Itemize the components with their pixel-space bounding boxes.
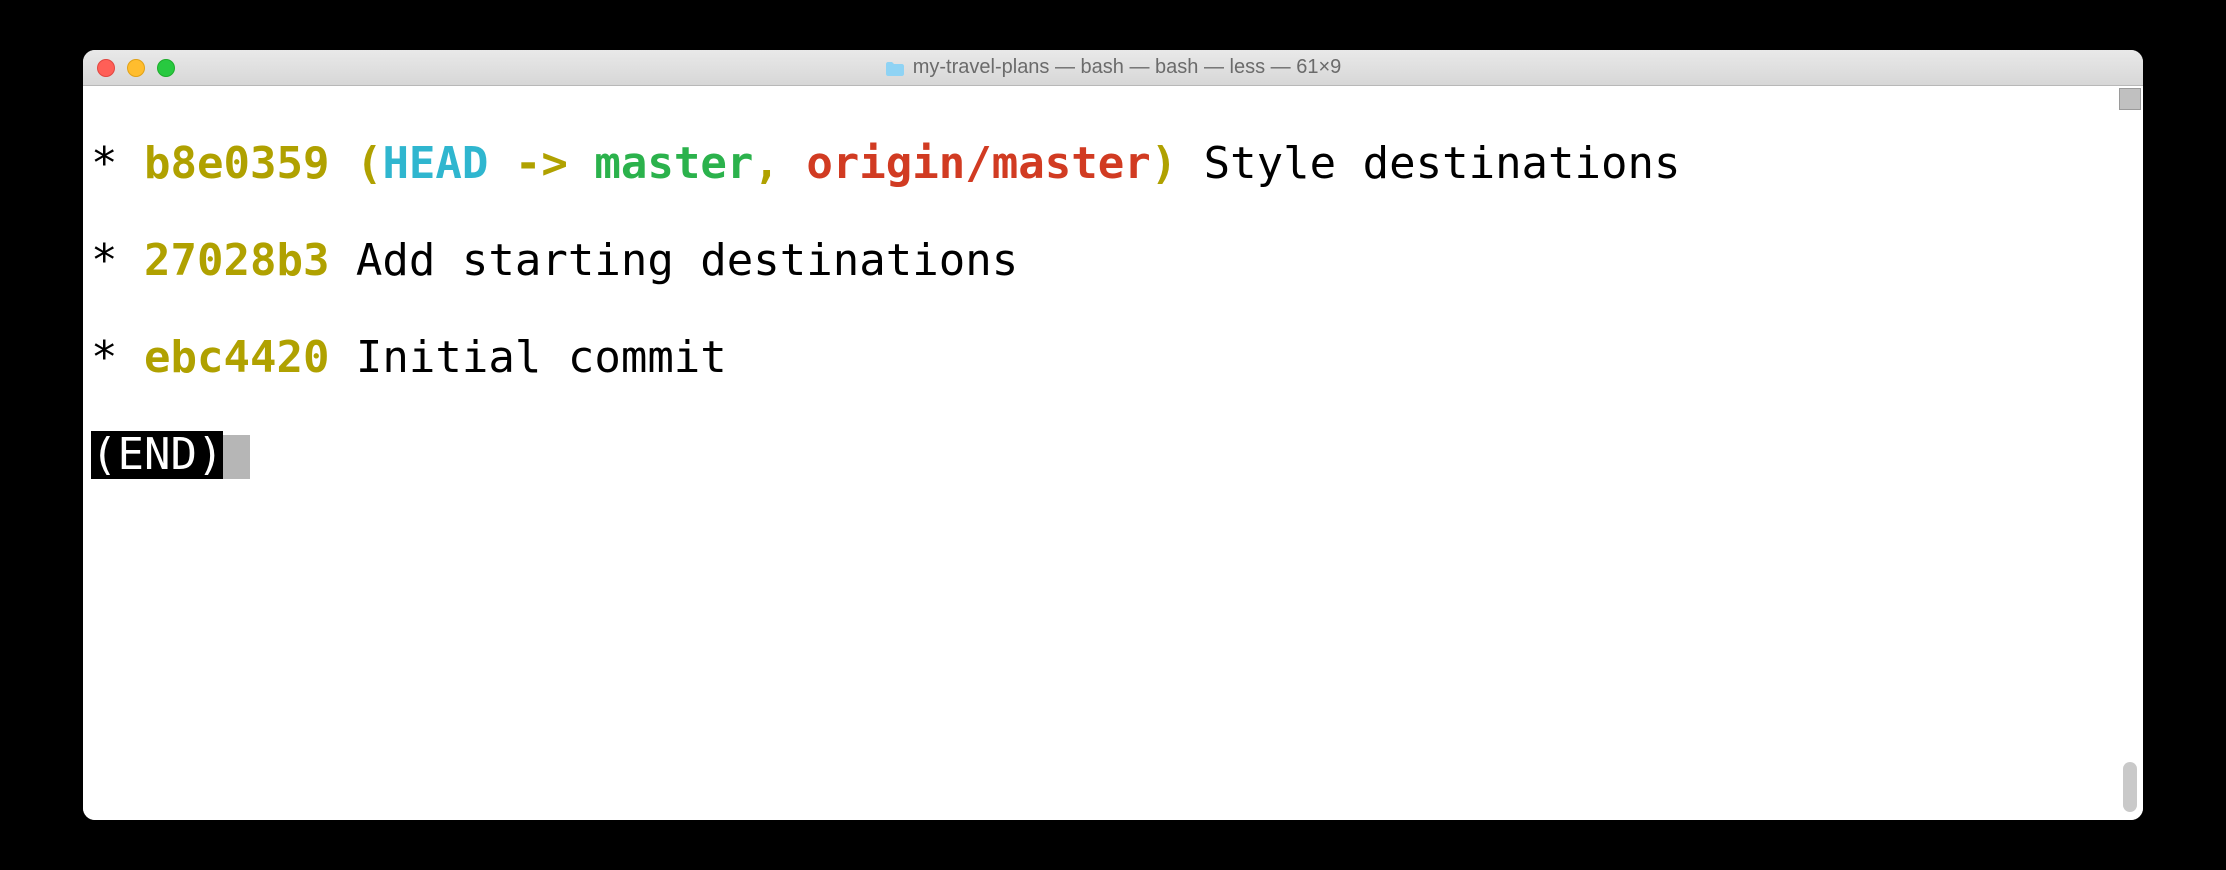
commit-message: Style destinations [1177, 138, 1680, 189]
maximize-button[interactable] [157, 59, 175, 77]
minimize-button[interactable] [127, 59, 145, 77]
graph-marker: * [91, 332, 118, 383]
ref-arrow: -> [488, 138, 594, 189]
git-log-line: * 27028b3 Add starting destinations [91, 237, 2135, 285]
head-ref: HEAD [382, 138, 488, 189]
window-title-wrap: my-travel-plans — bash — bash — less — 6… [83, 56, 2143, 79]
scrollbar-corner-icon [2119, 88, 2141, 110]
refs-close: ) [1151, 138, 1178, 189]
pager-end-row: (END) [91, 431, 2135, 479]
commit-message: Add starting destinations [329, 235, 1018, 286]
titlebar[interactable]: my-travel-plans — bash — bash — less — 6… [83, 50, 2143, 86]
scrollbar-thumb[interactable] [2123, 762, 2137, 812]
terminal-window: my-travel-plans — bash — bash — less — 6… [83, 50, 2143, 820]
remote-ref: origin/master [806, 138, 1150, 189]
terminal-body[interactable]: * b8e0359 (HEAD -> master, origin/master… [83, 86, 2143, 820]
commit-hash: 27028b3 [144, 235, 329, 286]
refs-open: ( [356, 138, 383, 189]
branch-ref: master [594, 138, 753, 189]
git-log-line: * b8e0359 (HEAD -> master, origin/master… [91, 140, 2135, 188]
commit-hash: ebc4420 [144, 332, 329, 383]
folder-icon [885, 60, 905, 76]
window-title: my-travel-plans — bash — bash — less — 6… [913, 56, 1342, 79]
ref-comma: , [753, 138, 806, 189]
scrollbar[interactable] [2119, 88, 2141, 818]
close-button[interactable] [97, 59, 115, 77]
graph-marker: * [91, 235, 118, 286]
graph-marker: * [91, 138, 118, 189]
commit-message: Initial commit [329, 332, 726, 383]
pager-end-marker: (END) [91, 431, 223, 479]
cursor-icon [223, 435, 249, 479]
traffic-lights [97, 59, 175, 77]
commit-hash: b8e0359 [144, 138, 329, 189]
git-log-line: * ebc4420 Initial commit [91, 334, 2135, 382]
